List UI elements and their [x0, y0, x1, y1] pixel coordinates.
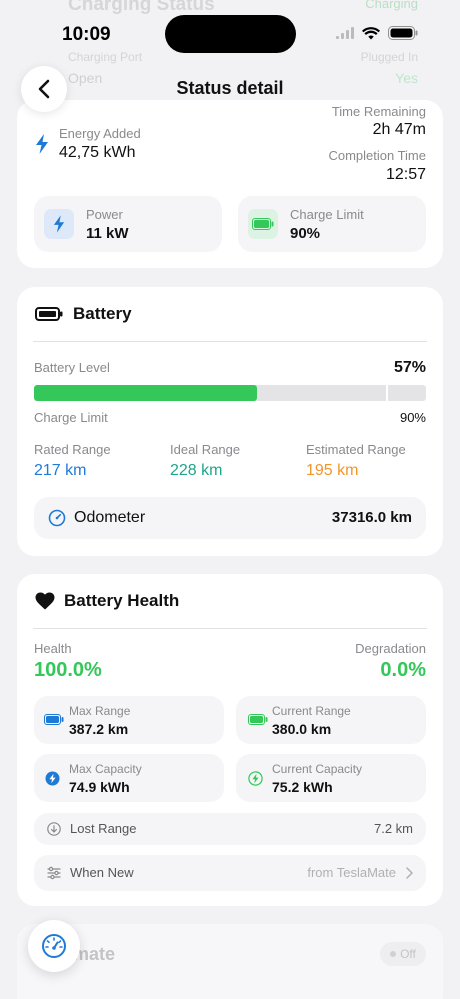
gauge-icon	[48, 509, 66, 527]
teslamate-toggle[interactable]: Off	[380, 942, 426, 966]
lost-range-row: Lost Range 7.2 km	[34, 813, 426, 845]
estimated-range-value: 195 km	[306, 462, 359, 479]
chevron-right-icon	[406, 867, 413, 879]
wifi-icon	[362, 26, 380, 39]
max-range-label: Max Range	[69, 704, 131, 718]
sliders-icon	[47, 866, 61, 880]
ideal-range-value: 228 km	[170, 462, 223, 479]
ghost-label: Charging Port	[68, 50, 143, 64]
max-range-tile: Max Range 387.2 km	[34, 696, 224, 744]
battery-level-fill	[34, 385, 258, 401]
charge-limit-marker	[385, 385, 388, 401]
ghost-section-title: Charging Status	[68, 0, 215, 15]
odometer-row: Odometer 37316.0 km	[34, 497, 426, 539]
divider	[33, 341, 427, 342]
current-capacity-value: 75.2 kWh	[272, 779, 333, 795]
ghost-status-badge: Charging	[365, 0, 418, 11]
battery-level-label: Battery Level	[34, 360, 110, 375]
battery-health-card: Battery Health Health 100.0% Degradation…	[17, 574, 443, 906]
power-value: 11 kW	[86, 225, 129, 242]
when-new-source: from TeslaMate	[307, 865, 396, 880]
charge-limit-value: 90%	[290, 225, 321, 242]
when-new-row[interactable]: When New from TeslaMate	[34, 855, 426, 891]
degradation-value: 0.0%	[380, 659, 426, 681]
charge-limit-label: Charge Limit	[34, 410, 108, 425]
rated-range-value: 217 km	[34, 462, 87, 479]
bolt-circle-icon	[45, 771, 60, 786]
max-capacity-value: 74.9 kWh	[69, 779, 130, 795]
toggle-dot	[390, 951, 397, 957]
current-capacity-tile: Current Capacity 75.2 kWh	[236, 754, 426, 802]
rated-range-label: Rated Range	[34, 442, 111, 457]
battery-level-value: 57%	[393, 359, 426, 376]
divider	[33, 628, 427, 629]
ghost-label: Plugged In	[360, 50, 418, 64]
battery-level-bar	[34, 385, 426, 401]
charge-limit-icon-badge	[248, 209, 278, 239]
bolt-icon	[36, 134, 48, 154]
time-remaining-value: 2h 47m	[372, 121, 426, 138]
battery-health-section-title: Battery Health	[64, 591, 180, 610]
odometer-label: Odometer	[74, 509, 146, 526]
max-capacity-label: Max Capacity	[69, 762, 142, 776]
cellular-signal-icon	[336, 27, 354, 39]
page-title: Status detail	[176, 78, 284, 98]
power-label: Power	[86, 207, 123, 222]
toggle-label: Off	[400, 947, 416, 961]
status-bar-icons	[336, 26, 418, 40]
ideal-range-label: Ideal Range	[170, 442, 241, 457]
health-value: 100.0%	[34, 659, 102, 681]
bolt-icon	[53, 215, 65, 233]
battery-status-icon	[388, 26, 418, 40]
energy-added-value: 42,75 kWh	[59, 144, 136, 161]
current-range-label: Current Range	[272, 704, 351, 718]
health-label: Health	[34, 641, 72, 656]
max-capacity-tile: Max Capacity 74.9 kWh	[34, 754, 224, 802]
battery-icon	[35, 307, 63, 321]
lost-range-label: Lost Range	[70, 821, 137, 836]
battery-section-title: Battery	[73, 304, 132, 323]
teslamate-card: mate Off	[17, 924, 443, 999]
battery-icon	[44, 714, 64, 725]
when-new-label: When New	[70, 865, 134, 880]
odometer-value: 37316.0 km	[331, 509, 412, 526]
current-range-value: 380.0 km	[272, 721, 332, 737]
power-icon-badge	[44, 209, 74, 239]
bolt-circle-outline-icon	[248, 771, 263, 786]
completion-time-label: Completion Time	[328, 148, 426, 163]
current-capacity-label: Current Capacity	[272, 762, 363, 776]
heart-icon	[35, 592, 55, 610]
time-remaining-label: Time Remaining	[331, 104, 426, 119]
charging-summary-card: Energy Added 42,75 kWh Time Remaining 2h…	[17, 100, 443, 268]
speedometer-icon	[42, 934, 66, 958]
battery-full-icon	[252, 218, 274, 230]
speedometer-button[interactable]	[28, 920, 80, 972]
arrow-down-circle-icon	[47, 822, 61, 836]
charge-limit-value: 90%	[399, 410, 426, 425]
power-tile: Power 11 kW	[34, 196, 222, 252]
max-range-value: 387.2 km	[69, 721, 129, 737]
estimated-range-label: Estimated Range	[306, 442, 406, 457]
completion-time-value: 12:57	[385, 166, 426, 183]
degradation-label: Degradation	[355, 641, 426, 656]
lost-range-value: 7.2 km	[373, 821, 413, 836]
charge-limit-label: Charge Limit	[290, 207, 364, 222]
charge-limit-tile: Charge Limit 90%	[238, 196, 426, 252]
battery-card: Battery Battery Level 57% Charge Limit 9…	[17, 287, 443, 556]
status-bar-time: 10:09	[62, 24, 111, 45]
current-range-tile: Current Range 380.0 km	[236, 696, 426, 744]
energy-added-label: Energy Added	[59, 126, 141, 141]
dynamic-island	[165, 15, 296, 53]
battery-icon	[248, 714, 268, 725]
